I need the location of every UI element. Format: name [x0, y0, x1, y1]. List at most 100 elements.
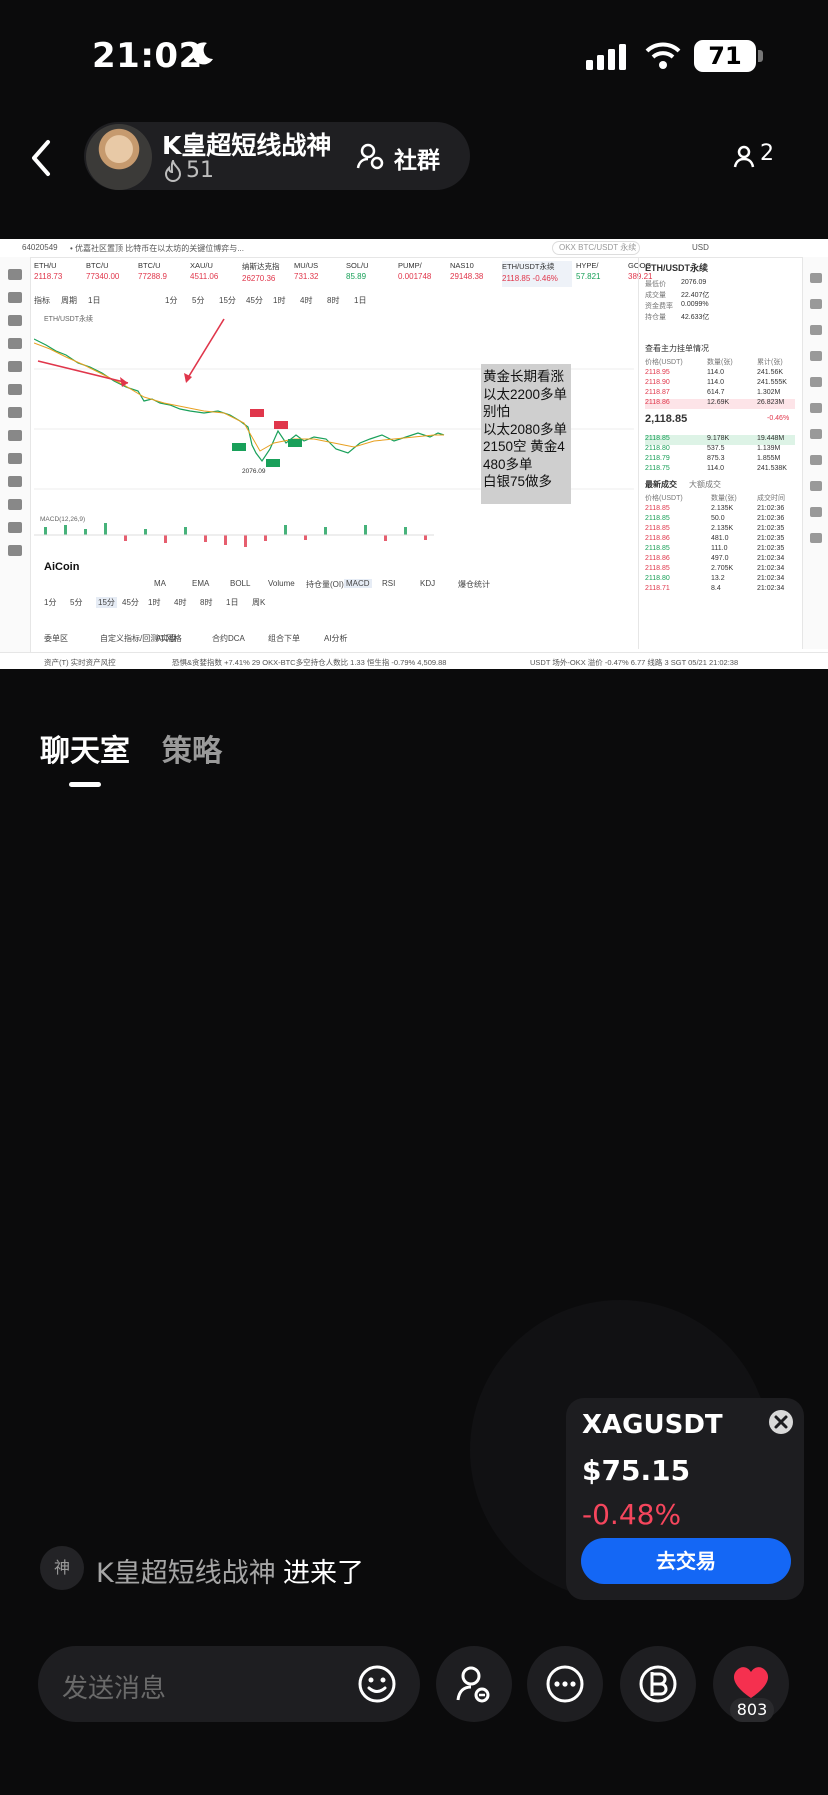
- bitcoin-button[interactable]: [620, 1646, 696, 1722]
- ask-cell: 1.302M: [757, 389, 781, 396]
- symbol-tab-name: NAS10: [450, 261, 474, 270]
- tab-chat[interactable]: 聊天室: [40, 726, 130, 770]
- community-icon[interactable]: [356, 142, 384, 170]
- bid-row: 2118.85 9.178K 19.448M: [645, 435, 795, 445]
- ask-cell: 114.0: [707, 379, 724, 386]
- join-username[interactable]: K皇超短线战神: [96, 1551, 276, 1590]
- trade-cell: 21:02:34: [757, 585, 785, 592]
- chart-low-label: 2076.09: [242, 468, 266, 475]
- back-icon[interactable]: [26, 138, 56, 178]
- ask-row: 2118.86 12.69K 26.823M: [645, 399, 795, 409]
- period-item: 5分: [70, 598, 83, 607]
- trade-cell: 497.0: [711, 555, 729, 562]
- trade-cell: 2.135K: [711, 525, 734, 532]
- toolbar-item: 8时: [327, 296, 340, 305]
- toolbar-item: 周期: [61, 296, 77, 305]
- indicator-item: KDJ: [420, 579, 436, 588]
- emoji-icon[interactable]: [356, 1663, 398, 1705]
- bid-cell: 875.3: [707, 455, 725, 462]
- trade-cell: 2118.86: [645, 555, 670, 562]
- more-button[interactable]: [527, 1646, 603, 1722]
- macd-label: MACD(12,26,9): [40, 516, 85, 523]
- fire-count: 51: [186, 158, 214, 183]
- trades-tab: 最新成交: [645, 480, 677, 489]
- trade-cell: 21:02:34: [757, 565, 785, 572]
- symbol-tab: MU/US 731.32: [294, 261, 342, 287]
- symbol-tab: PUMP/0.001748: [398, 261, 446, 287]
- stat-row: 最低价 2076.09: [645, 279, 795, 289]
- symbol-tab-name: MU/US: [294, 261, 319, 270]
- user-settings-icon: [456, 1666, 490, 1703]
- symbol-tab-value: 57.821: [576, 272, 601, 281]
- trade-cell: 50.0: [711, 515, 725, 522]
- panel-section: 查看主力挂单情况: [645, 344, 709, 353]
- symbol-tab-name: HYPE/: [576, 261, 599, 270]
- indicator-item: 爆仓统计: [458, 580, 490, 589]
- bid-cell: 114.0: [707, 465, 724, 472]
- trades-tab: 大额成交: [689, 480, 721, 489]
- user-button[interactable]: [436, 1646, 512, 1722]
- symbol-tab-value: 77340.00: [86, 272, 120, 281]
- tool-item: AI 网格: [156, 634, 182, 643]
- ask-cell: 114.0: [707, 369, 724, 376]
- stat-value: 42.633亿: [681, 314, 710, 321]
- trade-cell: 21:02:35: [757, 535, 785, 542]
- trades-header-cell: 价格(USDT): [645, 495, 683, 502]
- viewer-count: 2: [760, 141, 774, 166]
- book-header-cell: 价格(USDT): [645, 359, 683, 366]
- period-item: 8时: [200, 598, 213, 607]
- status-time: 21:02: [92, 36, 203, 76]
- trade-cell: 21:02:36: [757, 505, 785, 512]
- bid-cell: 537.5: [707, 445, 725, 452]
- aicoin-watermark: AiCoin: [44, 561, 80, 573]
- trade-cell: 13.2: [711, 575, 725, 582]
- trades-header-cell: 成交时间: [757, 495, 785, 502]
- bid-row: 2118.75 114.0 241.538K: [645, 465, 795, 475]
- screen-bottom-periods: 1分 5分 15分 45分 1时 4时 8时 1日 周K: [34, 595, 634, 609]
- screen-notice: • 优嘉社区置顶 比特币在以太坊的关键位博弈与...: [70, 244, 244, 253]
- battery-indicator: 71: [694, 40, 756, 72]
- screen-top-bar: 64020549 • 优嘉社区置顶 比特币在以太坊的关键位博弈与... OKX …: [0, 239, 828, 258]
- trade-button[interactable]: 去交易: [581, 1538, 791, 1584]
- ticker-change: -0.48%: [582, 1498, 682, 1531]
- stat-value: 2076.09: [681, 279, 707, 286]
- host-avatar[interactable]: [86, 124, 152, 190]
- bid-cell: 2118.80: [645, 445, 670, 452]
- screen-status-line: 资产(T) 实时资产风控 恐惧&贪婪指数 +7.41% 29 OKX-BTC多空…: [0, 652, 828, 669]
- trade-cell: 8.4: [711, 585, 721, 592]
- ask-cell: 241.56K: [757, 369, 784, 376]
- message-input[interactable]: 发送消息: [38, 1646, 420, 1722]
- screen-uid: 64020549: [22, 243, 58, 252]
- stat-label: 成交量: [645, 292, 666, 299]
- toolbar-item: 15分: [219, 296, 236, 305]
- ticker-symbol: XAGUSDT: [582, 1410, 723, 1440]
- community-button-label[interactable]: 社群: [394, 141, 440, 175]
- symbol-tab: ETH/U 2118.73: [34, 261, 82, 287]
- ask-cell: 241.555K: [757, 379, 787, 386]
- symbol-tab-value: 2118.73: [34, 272, 63, 281]
- symbol-tab: 纳斯达克指 26270.36: [242, 261, 290, 287]
- trade-cell: 21:02:34: [757, 555, 785, 562]
- tab-strategy[interactable]: 策略: [162, 726, 222, 770]
- signal-icon: [586, 44, 626, 70]
- trade-row: 2118.85 2.705K 21:02:34: [645, 565, 795, 575]
- stat-label: 持仓量: [645, 314, 666, 321]
- trade-cell: 2118.85: [645, 525, 670, 532]
- viewers-icon: [733, 145, 755, 168]
- symbol-tab-name: BTC/U: [86, 261, 109, 270]
- stat-row: 成交量 22.407亿: [645, 290, 795, 300]
- symbol-tab-value: 77288.9: [138, 272, 167, 281]
- ask-cell: 2118.87: [645, 389, 670, 396]
- toolbar-item: 1日: [88, 296, 101, 305]
- close-icon[interactable]: [769, 1410, 793, 1434]
- trades-header-cell: 数量(张): [711, 495, 737, 502]
- book-header-cell: 数量(张): [707, 359, 733, 366]
- screen-bottom-tools: 委单区 自定义指标/回测/实盘 AI 网格 合约DCA 组合下单 AI分析: [34, 631, 634, 645]
- user-badge: 神: [40, 1546, 84, 1590]
- ticker-card[interactable]: XAGUSDT $75.15 -0.48% 去交易: [566, 1398, 804, 1600]
- period-item: 15分: [96, 597, 117, 608]
- indicator-item: MACD: [344, 579, 372, 588]
- chart-annotation: 黄金长期看涨 以太2200多单 别怕 以太2080多单 2150空 黄金4 48…: [481, 364, 571, 504]
- indicator-item: EMA: [192, 579, 210, 588]
- symbol-tab-name: 纳斯达克指: [242, 262, 280, 271]
